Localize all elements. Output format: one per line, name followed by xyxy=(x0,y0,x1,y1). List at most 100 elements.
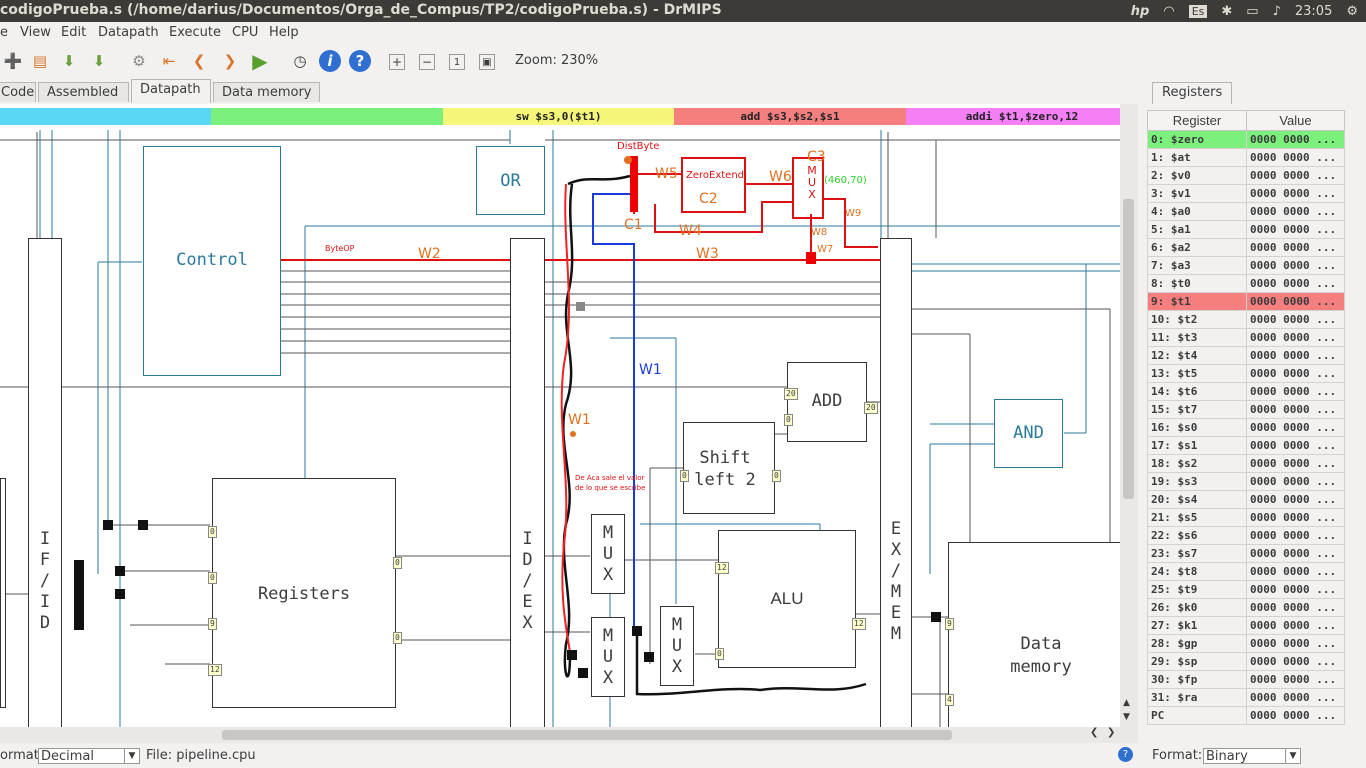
new-file-icon[interactable]: ➕ xyxy=(2,50,24,72)
table-row[interactable]: 15: $t7 0000 0000 ... xyxy=(1147,400,1345,419)
tab-datapath[interactable]: Datapath xyxy=(131,79,211,103)
zoom-in-icon[interactable]: + xyxy=(389,54,405,70)
menu-view[interactable]: View xyxy=(20,25,51,40)
shift-left-2[interactable]: Shift left 2 xyxy=(683,422,775,514)
help-icon[interactable]: ? xyxy=(1118,747,1133,762)
wifi-icon[interactable]: ◠ xyxy=(1163,4,1174,19)
and-gate[interactable]: AND xyxy=(994,399,1063,468)
add-block[interactable]: ADD xyxy=(787,362,867,442)
table-row[interactable]: 10: $t2 0000 0000 ... xyxy=(1147,310,1345,329)
table-row[interactable]: 26: $k0 0000 0000 ... xyxy=(1147,598,1345,617)
table-row[interactable]: 23: $s7 0000 0000 ... xyxy=(1147,544,1345,563)
hp-logo-icon[interactable]: hp xyxy=(1131,4,1150,19)
menu-cpu[interactable]: CPU xyxy=(232,25,258,40)
register-value-cell[interactable]: 0000 0000 ... xyxy=(1246,328,1345,347)
table-row[interactable]: 25: $t9 0000 0000 ... xyxy=(1147,580,1345,599)
menu-file[interactable]: e xyxy=(0,25,8,40)
register-value-cell[interactable]: 0000 0000 ... xyxy=(1246,472,1345,491)
register-value-cell[interactable]: 0000 0000 ... xyxy=(1246,274,1345,293)
table-row[interactable]: 3: $v1 0000 0000 ... xyxy=(1147,184,1345,203)
table-row[interactable]: 20: $s4 0000 0000 ... xyxy=(1147,490,1345,509)
table-row[interactable]: PC 0000 0000 ... xyxy=(1147,706,1345,725)
scroll-left-icon[interactable]: ❮ xyxy=(1090,727,1098,738)
table-row[interactable]: 0: $zero 0000 0000 ... xyxy=(1147,130,1345,149)
register-value-cell[interactable]: 0000 0000 ... xyxy=(1246,490,1345,509)
table-row[interactable]: 29: $sp 0000 0000 ... xyxy=(1147,652,1345,671)
data-memory-block[interactable]: Data memory xyxy=(948,542,1120,727)
registers-format-select[interactable]: Binary ▼ xyxy=(1203,748,1301,764)
menu-edit[interactable]: Edit xyxy=(61,25,86,40)
zoom-normal-icon[interactable]: 1 xyxy=(449,54,465,70)
tab-assembled[interactable]: Assembled xyxy=(38,82,129,102)
run-icon[interactable]: ▶ xyxy=(249,49,271,73)
scroll-right-icon[interactable]: ❯ xyxy=(1107,727,1115,738)
register-value-cell[interactable]: 0000 0000 ... xyxy=(1246,292,1345,311)
step-back-icon[interactable]: ❮ xyxy=(188,50,210,72)
register-value-cell[interactable]: 0000 0000 ... xyxy=(1246,562,1345,581)
register-value-cell[interactable]: 0000 0000 ... xyxy=(1246,418,1345,437)
clock[interactable]: 23:05 xyxy=(1295,4,1332,19)
table-row[interactable]: 18: $s2 0000 0000 ... xyxy=(1147,454,1345,473)
save-as-icon[interactable]: ⬇ xyxy=(88,50,110,72)
scroll-up-icon[interactable]: ▲ xyxy=(1123,698,1130,708)
menu-help[interactable]: Help xyxy=(269,25,299,40)
table-row[interactable]: 30: $fp 0000 0000 ... xyxy=(1147,670,1345,689)
scroll-thumb[interactable] xyxy=(1123,199,1134,499)
register-value-cell[interactable]: 0000 0000 ... xyxy=(1246,508,1345,527)
info-icon[interactable]: i xyxy=(319,50,341,72)
mux-rt[interactable]: M U X xyxy=(591,514,625,594)
register-value-cell[interactable]: 0000 0000 ... xyxy=(1246,580,1345,599)
column-header-register[interactable]: Register xyxy=(1147,110,1247,131)
step-forward-icon[interactable]: ❯ xyxy=(219,50,241,72)
table-row[interactable]: 4: $a0 0000 0000 ... xyxy=(1147,202,1345,221)
vertical-scrollbar[interactable]: ▲ ▼ xyxy=(1120,104,1138,727)
menu-datapath[interactable]: Datapath xyxy=(98,25,159,40)
table-row[interactable]: 19: $s3 0000 0000 ... xyxy=(1147,472,1345,491)
register-value-cell[interactable]: 0000 0000 ... xyxy=(1246,364,1345,383)
scroll-down-icon[interactable]: ▼ xyxy=(1123,712,1130,722)
tab-code[interactable]: Code xyxy=(0,82,36,102)
zoom-out-icon[interactable]: − xyxy=(419,54,435,70)
registers-block[interactable]: Registers xyxy=(212,478,396,708)
table-row[interactable]: 27: $k1 0000 0000 ... xyxy=(1147,616,1345,635)
register-value-cell[interactable]: 0000 0000 ... xyxy=(1246,184,1345,203)
table-row[interactable]: 11: $t3 0000 0000 ... xyxy=(1147,328,1345,347)
clock-icon[interactable]: ◷ xyxy=(289,50,311,72)
table-row[interactable]: 7: $a3 0000 0000 ... xyxy=(1147,256,1345,275)
register-value-cell[interactable]: 0000 0000 ... xyxy=(1246,238,1345,257)
table-row[interactable]: 6: $a2 0000 0000 ... xyxy=(1147,238,1345,257)
register-value-cell[interactable]: 0000 0000 ... xyxy=(1246,148,1345,167)
register-value-cell[interactable]: 0000 0000 ... xyxy=(1246,598,1345,617)
table-row[interactable]: 31: $ra 0000 0000 ... xyxy=(1147,688,1345,707)
register-value-cell[interactable]: 0000 0000 ... xyxy=(1246,256,1345,275)
or-gate[interactable]: OR xyxy=(476,146,545,215)
mux-forward[interactable]: M U X xyxy=(591,617,625,697)
assemble-gear-icon[interactable]: ⚙ xyxy=(128,50,150,72)
register-value-cell[interactable]: 0000 0000 ... xyxy=(1246,400,1345,419)
scroll-thumb[interactable] xyxy=(222,730,952,740)
register-value-cell[interactable]: 0000 0000 ... xyxy=(1246,652,1345,671)
register-value-cell[interactable]: 0000 0000 ... xyxy=(1246,310,1345,329)
keyboard-layout-icon[interactable]: Es xyxy=(1188,4,1208,18)
datapath-canvas[interactable]: sw $s3,0($t1) add $s3,$s2,$s1 addi $t1,$… xyxy=(0,104,1120,727)
register-value-cell[interactable]: 0000 0000 ... xyxy=(1246,616,1345,635)
save-icon[interactable]: ⬇ xyxy=(58,50,80,72)
tab-data-memory[interactable]: Data memory xyxy=(213,82,320,102)
table-row[interactable]: 13: $t5 0000 0000 ... xyxy=(1147,364,1345,383)
register-value-cell[interactable]: 0000 0000 ... xyxy=(1246,436,1345,455)
register-value-cell[interactable]: 0000 0000 ... xyxy=(1246,346,1345,365)
help-icon[interactable]: ? xyxy=(349,50,371,72)
register-value-cell[interactable]: 0000 0000 ... xyxy=(1246,382,1345,401)
table-row[interactable]: 17: $s1 0000 0000 ... xyxy=(1147,436,1345,455)
register-value-cell[interactable]: 0000 0000 ... xyxy=(1246,130,1345,149)
table-row[interactable]: 14: $t6 0000 0000 ... xyxy=(1147,382,1345,401)
table-row[interactable]: 9: $t1 0000 0000 ... xyxy=(1147,292,1345,311)
register-value-cell[interactable]: 0000 0000 ... xyxy=(1246,670,1345,689)
column-header-value[interactable]: Value xyxy=(1246,110,1345,131)
table-row[interactable]: 1: $at 0000 0000 ... xyxy=(1147,148,1345,167)
battery-icon[interactable]: ▭ xyxy=(1246,4,1258,19)
table-row[interactable]: 21: $s5 0000 0000 ... xyxy=(1147,508,1345,527)
register-value-cell[interactable]: 0000 0000 ... xyxy=(1246,166,1345,185)
table-row[interactable]: 5: $a1 0000 0000 ... xyxy=(1147,220,1345,239)
gear-icon[interactable]: ⚙ xyxy=(1346,4,1358,19)
